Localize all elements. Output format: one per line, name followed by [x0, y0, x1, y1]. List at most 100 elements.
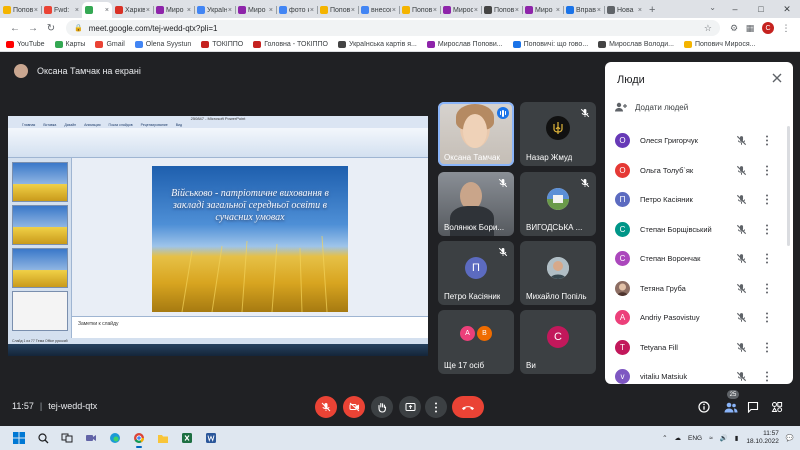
- meeting-code[interactable]: tej-wedd-qtx: [48, 401, 97, 411]
- people-list-item[interactable]: О Ольга Толуб`як: [605, 156, 793, 186]
- participant-tile[interactable]: Михайло Попіль: [520, 241, 596, 305]
- menu-kebab-icon[interactable]: ⋮: [778, 23, 794, 34]
- activities-button[interactable]: [768, 398, 786, 416]
- browser-tab[interactable]: Україн ×: [194, 2, 235, 18]
- people-button[interactable]: [722, 398, 740, 416]
- tab-close-icon[interactable]: ×: [597, 7, 601, 14]
- start-button[interactable]: [8, 428, 30, 448]
- tab-close-icon[interactable]: ×: [146, 7, 150, 14]
- tab-search-icon[interactable]: ⌄: [709, 3, 716, 12]
- more-vert-icon[interactable]: [765, 371, 769, 382]
- more-vert-icon[interactable]: [765, 312, 769, 323]
- add-people-button[interactable]: Додати людей: [615, 102, 688, 112]
- taskbar-app-explorer[interactable]: [152, 428, 174, 448]
- mic-toggle-button[interactable]: [315, 396, 337, 418]
- participant-tile[interactable]: Волянюк Бори...: [438, 172, 514, 236]
- participant-tile[interactable]: П Петро Касіяник: [438, 241, 514, 305]
- browser-tab[interactable]: Fwd: ×: [41, 2, 82, 18]
- extensions-icon[interactable]: ⚙: [726, 23, 742, 34]
- close-window-icon[interactable]: ✕: [774, 0, 800, 18]
- shared-screen[interactable]: 250847 - Microsoft PowerPoint Главная Вст…: [8, 116, 428, 356]
- taskbar-app-word[interactable]: [200, 428, 222, 448]
- browser-tab[interactable]: Миро ×: [235, 2, 276, 18]
- people-list-item[interactable]: С Степан Ворончак: [605, 244, 793, 274]
- browser-tab[interactable]: Попов ×: [317, 2, 358, 18]
- battery-icon[interactable]: ▮: [735, 434, 739, 442]
- people-list-item[interactable]: v vitaliu Matsiuk: [605, 362, 793, 384]
- taskbar-app-edge[interactable]: [104, 428, 126, 448]
- browser-tab[interactable]: Вправ ×: [563, 2, 604, 18]
- participant-tile[interactable]: Оксана Тамчак: [438, 102, 514, 166]
- tab-close-icon[interactable]: ×: [515, 7, 519, 14]
- notifications-icon[interactable]: 💬: [786, 434, 794, 442]
- address-bar[interactable]: 🔒 meet.google.com/tej-wedd-qtx?pli=1 ☆: [66, 20, 720, 36]
- tab-close-icon[interactable]: ×: [75, 7, 79, 14]
- people-list-item[interactable]: С Степан Борщівський: [605, 215, 793, 245]
- forward-icon[interactable]: →: [24, 23, 42, 34]
- participant-tile[interactable]: A В Ще 17 осіб: [438, 310, 514, 374]
- reload-icon[interactable]: ↻: [42, 23, 60, 34]
- bookmark-item[interactable]: Головна - ТОКІППО: [253, 41, 328, 48]
- tab-close-icon[interactable]: ×: [433, 7, 437, 14]
- bookmark-item[interactable]: Мирослав Володи...: [598, 41, 674, 48]
- bookmark-item[interactable]: ТОКІППО: [201, 41, 243, 48]
- tray-language[interactable]: ENG: [688, 435, 702, 442]
- tray-chevron-icon[interactable]: ⌃: [662, 434, 667, 442]
- task-view-button[interactable]: [56, 428, 78, 448]
- more-vert-icon[interactable]: [765, 283, 769, 294]
- more-options-button[interactable]: [425, 396, 447, 418]
- people-list-item[interactable]: A Andriy Pasovistuy: [605, 303, 793, 333]
- taskbar-search[interactable]: [32, 428, 54, 448]
- bookmark-star-icon[interactable]: ☆: [704, 23, 712, 34]
- taskbar-app-teams[interactable]: [80, 428, 102, 448]
- wifi-icon[interactable]: ≈: [709, 435, 713, 442]
- more-vert-icon[interactable]: [765, 253, 769, 264]
- close-icon[interactable]: [771, 72, 783, 84]
- bookmark-item[interactable]: Українська картів я...: [337, 41, 417, 48]
- browser-tab[interactable]: Мирос ×: [440, 2, 481, 18]
- bookmark-item[interactable]: Gmail: [95, 41, 125, 48]
- bookmark-item[interactable]: Мирослав Попови...: [426, 41, 503, 48]
- more-vert-icon[interactable]: [765, 342, 769, 353]
- puzzle-icon[interactable]: ▦: [742, 23, 758, 34]
- maximize-icon[interactable]: □: [748, 0, 774, 18]
- tab-close-icon[interactable]: ×: [228, 7, 232, 14]
- browser-tab[interactable]: Миро ×: [522, 2, 563, 18]
- browser-tab[interactable]: Попов ×: [0, 2, 41, 18]
- bookmark-item[interactable]: Карты: [54, 41, 85, 48]
- people-list-item[interactable]: П Петро Касіяник: [605, 185, 793, 215]
- tab-close-icon[interactable]: ×: [638, 7, 642, 14]
- profile-avatar[interactable]: C: [762, 22, 774, 34]
- browser-tab[interactable]: Нова ×: [604, 2, 645, 18]
- browser-tab[interactable]: Попов ×: [481, 2, 522, 18]
- taskbar-app-chrome[interactable]: [128, 428, 150, 448]
- camera-toggle-button[interactable]: [343, 396, 365, 418]
- tab-close-icon[interactable]: ×: [392, 7, 396, 14]
- more-vert-icon[interactable]: [765, 165, 769, 176]
- taskbar-app-excel[interactable]: [176, 428, 198, 448]
- tab-close-icon[interactable]: ×: [556, 7, 560, 14]
- leave-call-button[interactable]: [452, 396, 484, 418]
- back-icon[interactable]: ←: [6, 23, 24, 34]
- browser-tab[interactable]: внесок ×: [358, 2, 399, 18]
- minimize-icon[interactable]: –: [722, 0, 748, 18]
- tray-clock[interactable]: 11:57 18.10.2022: [746, 430, 779, 446]
- chat-button[interactable]: [744, 398, 762, 416]
- bookmark-item[interactable]: Попович Мирося...: [683, 41, 755, 48]
- meeting-info-button[interactable]: [695, 398, 713, 416]
- tab-close-icon[interactable]: ×: [269, 7, 273, 14]
- bookmark-item[interactable]: YouTube: [6, 41, 45, 48]
- tab-close-icon[interactable]: ×: [474, 7, 478, 14]
- participant-tile[interactable]: ВИГОДСЬКА ...: [520, 172, 596, 236]
- browser-tab[interactable]: Попов ×: [399, 2, 440, 18]
- bookmark-item[interactable]: Olena Syystun: [134, 41, 191, 48]
- tab-close-icon[interactable]: ×: [187, 7, 191, 14]
- people-scrollbar[interactable]: [787, 126, 790, 246]
- people-list-item[interactable]: Тетяна Груба: [605, 274, 793, 304]
- more-vert-icon[interactable]: [765, 224, 769, 235]
- volume-icon[interactable]: 🔊: [720, 434, 728, 442]
- tray-cloud-icon[interactable]: ☁: [675, 434, 682, 442]
- new-tab-button[interactable]: +: [645, 2, 659, 18]
- browser-tab[interactable]: фото к ×: [276, 2, 317, 18]
- tab-close-icon[interactable]: ×: [34, 7, 38, 14]
